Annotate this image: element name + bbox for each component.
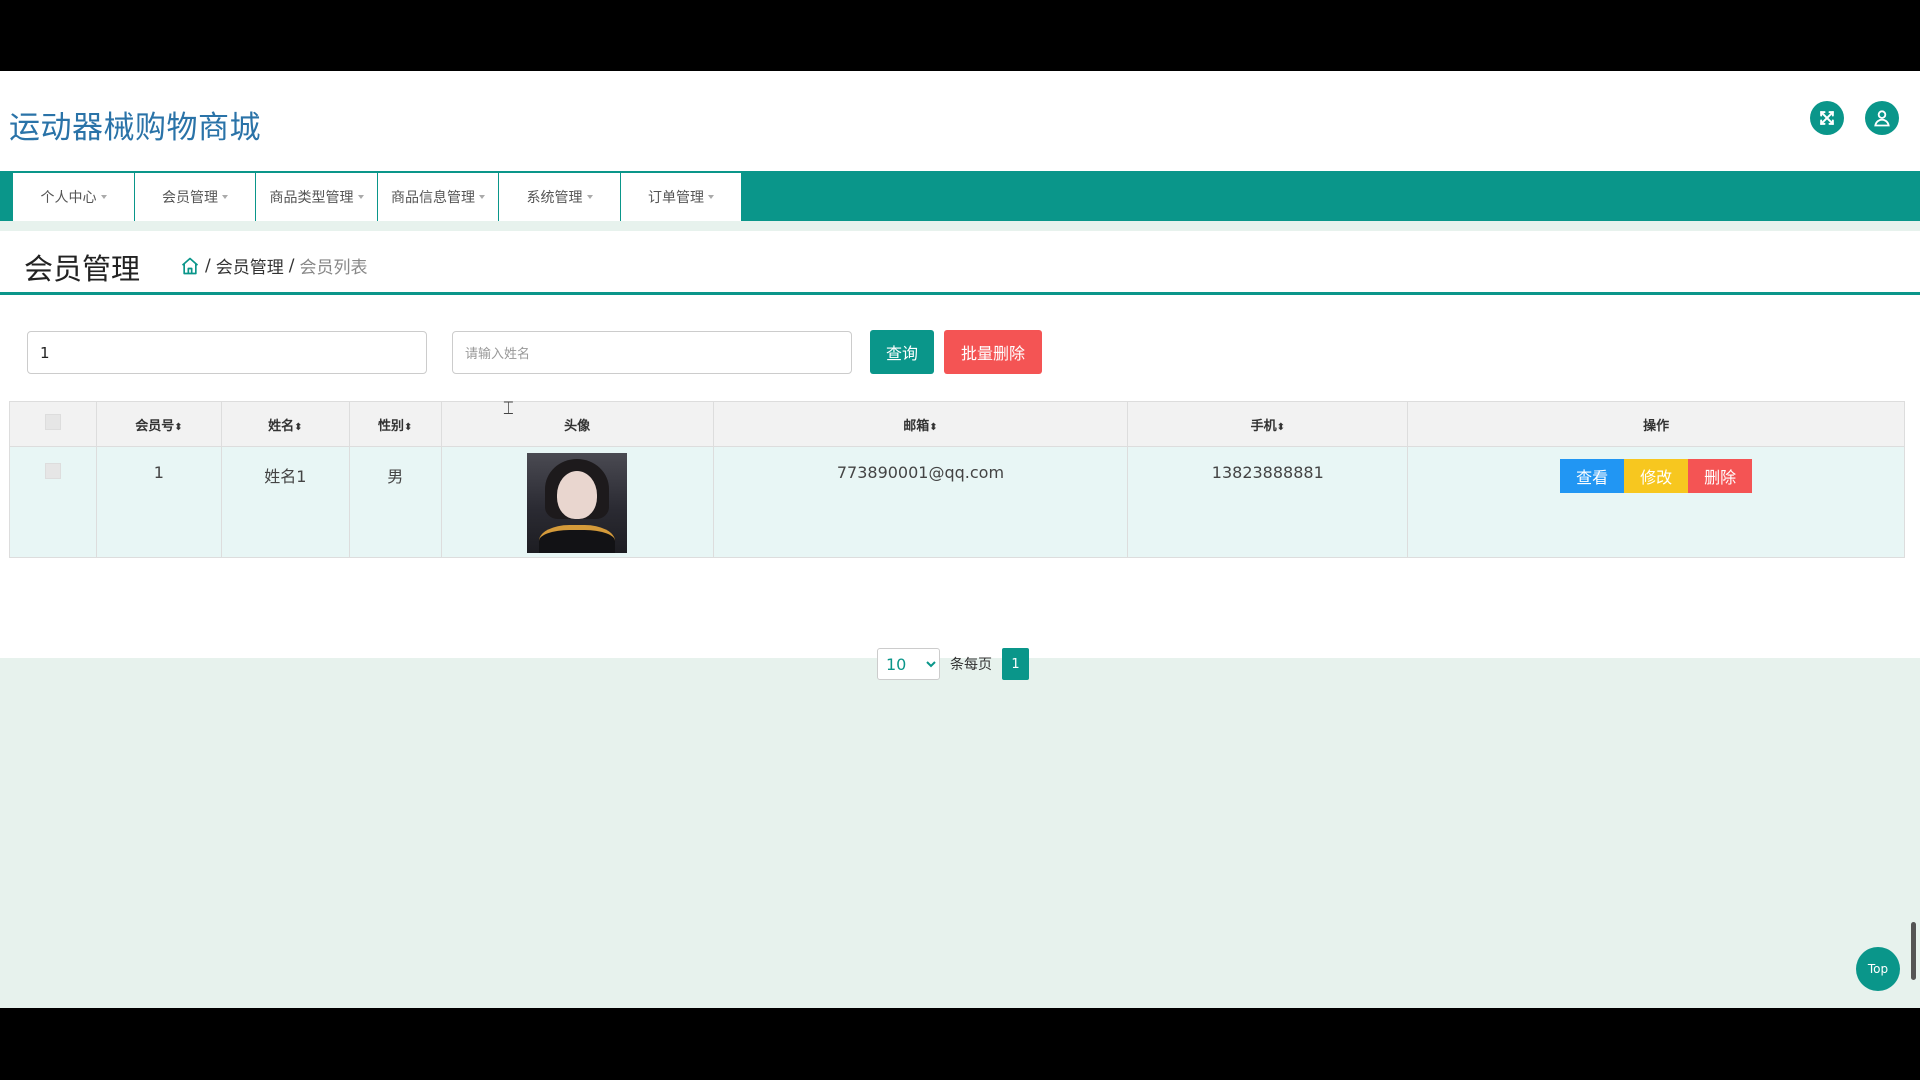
member-id-search-input[interactable] [27,331,427,374]
column-header-gender[interactable]: 性别⬍ [348,401,442,447]
sort-icon: ⬍ [1276,421,1285,433]
nav-item-personal-center[interactable]: 个人中心 [13,173,135,221]
breadcrumb-current: 会员列表 [299,258,368,278]
nav-item-label: 商品类型管理 [269,190,354,206]
nav-item-order-management[interactable]: 订单管理 [621,173,742,221]
column-header-actions: 操作 [1407,401,1905,447]
member-table: 会员号⬍ 姓名⬍ 性别⬍ 头像 邮箱⬍ 手机⬍ 操作 1 姓名1 男 77389… [9,401,1905,558]
breadcrumb: / 会员管理 / 会员列表 [180,253,367,278]
top-nav: 个人中心 会员管理 商品类型管理 商品信息管理 系统管理 订单管理 [0,171,1920,221]
caret-down-icon [357,195,364,199]
user-avatar-button[interactable] [1865,101,1899,135]
column-label: 会员号 [135,418,175,434]
caret-down-icon [479,195,485,199]
sort-icon: ⬍ [294,421,303,433]
breadcrumb-separator: / [205,255,211,276]
column-header-member-id[interactable]: 会员号⬍ [95,401,222,447]
nav-item-product-type-management[interactable]: 商品类型管理 [256,173,378,221]
row-action-group: 查看 修改 删除 [1560,459,1753,493]
page-title-bar: 会员管理 / 会员管理 / 会员列表 [0,231,1920,295]
scrollbar-thumb[interactable] [1911,922,1916,980]
fullscreen-button[interactable] [1810,101,1844,135]
page-size-select[interactable]: 10 [877,648,940,680]
member-avatar-image [527,453,628,553]
delete-button[interactable]: 删除 [1688,459,1753,493]
expand-icon [1820,111,1834,125]
nav-item-label: 商品信息管理 [391,190,475,206]
batch-delete-button[interactable]: 批量删除 [944,330,1042,374]
cell-gender: 男 [348,446,442,558]
cell-phone: 13823888881 [1127,446,1409,558]
caret-down-icon [708,195,714,199]
column-header-avatar: 头像 [440,401,714,447]
breadcrumb-separator: / [288,255,295,276]
table-header-row: 会员号⬍ 姓名⬍ 性别⬍ 头像 邮箱⬍ 手机⬍ 操作 [9,401,1905,447]
cell-email: 773890001@qq.com [712,446,1129,558]
nav-item-product-info-management[interactable]: 商品信息管理 [378,173,499,221]
per-page-label: 条每页 [950,657,992,673]
cell-avatar [440,446,714,558]
row-select-cell [9,446,97,558]
column-label: 姓名 [268,418,295,434]
sort-icon: ⬍ [404,421,413,433]
sort-icon: ⬍ [174,421,183,433]
column-header-name[interactable]: 姓名⬍ [220,401,350,447]
table-row: 1 姓名1 男 773890001@qq.com 13823888881 查看 … [9,446,1905,558]
app-title: 运动器械购物商城 [9,110,261,146]
query-button[interactable]: 查询 [870,330,934,374]
caret-down-icon [222,195,228,199]
breadcrumb-parent[interactable]: 会员管理 [216,253,284,278]
home-icon[interactable] [180,256,200,276]
column-label: 邮箱 [903,418,930,434]
row-checkbox[interactable] [44,463,61,479]
column-header-phone[interactable]: 手机⬍ [1127,401,1409,447]
page-title: 会员管理 [24,252,141,286]
view-button[interactable]: 查看 [1560,459,1625,493]
cell-name: 姓名1 [220,446,350,558]
app-header: 运动器械购物商城 [0,71,1920,171]
nav-item-member-management[interactable]: 会员管理 [135,173,256,221]
nav-item-label: 订单管理 [648,190,704,206]
sort-icon: ⬍ [929,421,938,433]
cell-member-id: 1 [95,446,222,558]
nav-item-label: 会员管理 [162,190,218,206]
user-icon [1874,110,1890,127]
column-label: 手机 [1250,418,1277,434]
avatar-face-shape [557,471,598,519]
main-content: 会员管理 / 会员管理 / 会员列表 查询 批量删除 会员号⬍ 姓名⬍ 性别 [0,231,1920,680]
caret-down-icon [586,195,593,199]
text-cursor-icon: ⌶ [503,398,514,419]
pagination: 10 条每页 1 [877,648,1029,680]
cell-actions: 查看 修改 删除 [1407,446,1905,558]
avatar-body-shape [539,525,616,553]
column-label: 性别 [378,418,405,434]
app-screen: 运动器械购物商城 个人中心 会员管理 商品类型管理 商品信息管理 系统管理 订单… [0,71,1920,1008]
edit-button[interactable]: 修改 [1624,459,1689,493]
name-search-input[interactable] [452,331,852,374]
nav-item-system-management[interactable]: 系统管理 [499,173,621,221]
nav-item-label: 个人中心 [40,190,97,206]
column-header-email[interactable]: 邮箱⬍ [712,401,1129,447]
caret-down-icon [100,195,107,199]
nav-item-label: 系统管理 [526,190,583,206]
select-all-cell [9,401,97,447]
page-button-current[interactable]: 1 [1002,648,1029,680]
back-to-top-button[interactable]: Top [1856,947,1900,991]
select-all-checkbox[interactable] [44,414,61,430]
